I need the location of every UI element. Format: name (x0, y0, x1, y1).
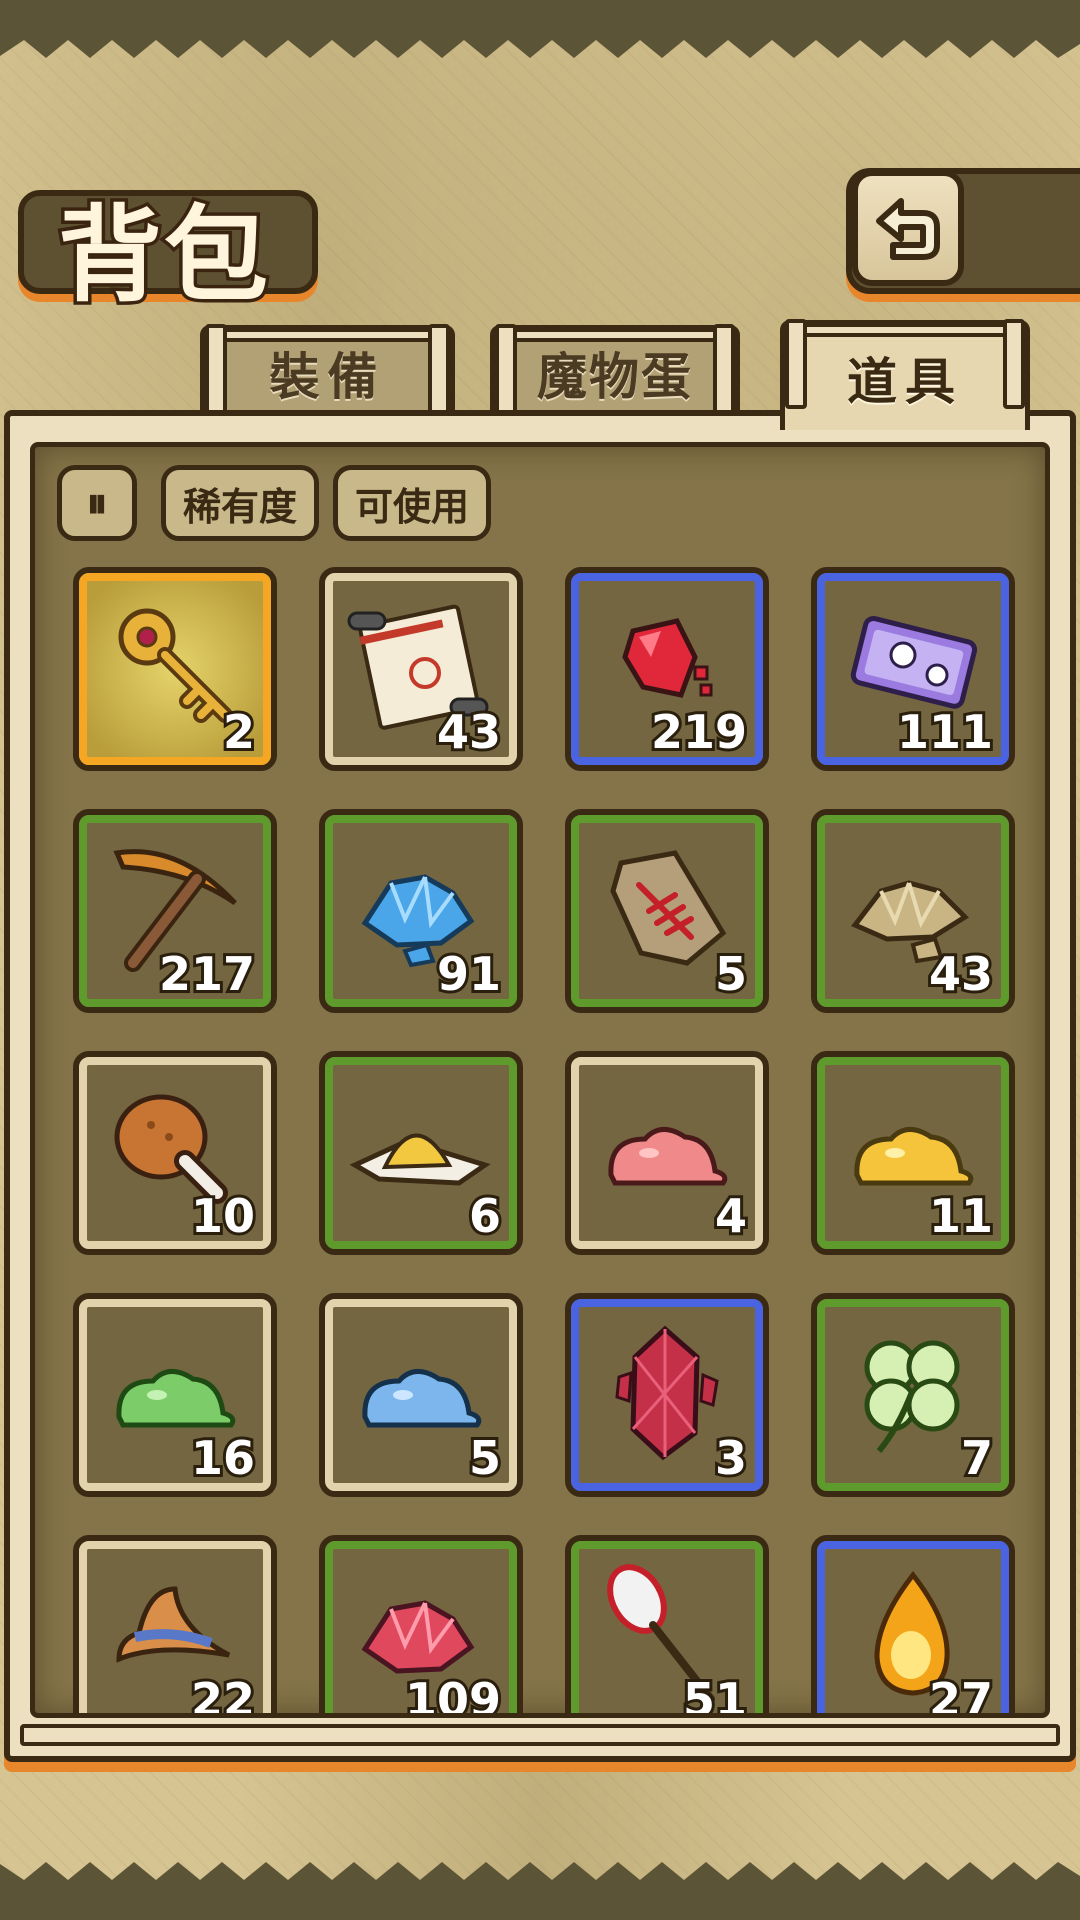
tab-post (495, 324, 517, 414)
item-count: 6 (466, 1189, 504, 1243)
item-slot[interactable]: 16 (73, 1293, 277, 1497)
item-count: 3 (712, 1431, 750, 1485)
item-count: 217 (156, 947, 258, 1001)
item-count: 109 (402, 1673, 504, 1718)
usable-filter-label: 可使用 (354, 484, 469, 529)
item-count: 5 (712, 947, 750, 1001)
back-button[interactable] (852, 170, 964, 286)
tab-equipment-label: 裝備 (269, 347, 386, 406)
item-count: 10 (188, 1189, 258, 1243)
tab-post (785, 319, 807, 409)
item-slot[interactable]: 22 (73, 1535, 277, 1718)
tab-items[interactable]: 道具 (780, 319, 1030, 430)
item-count: 11 (926, 1189, 996, 1243)
item-count: 111 (894, 705, 996, 759)
tab-rail (803, 323, 1007, 337)
item-slot[interactable]: 219 (565, 567, 769, 771)
item-slot[interactable]: 5 (565, 809, 769, 1013)
item-count: 219 (648, 705, 750, 759)
top-zigzag-border (0, 0, 1080, 58)
bottom-zigzag-border (0, 1862, 1080, 1920)
item-slot[interactable]: 2 (73, 567, 277, 771)
item-slot[interactable]: 3 (565, 1293, 769, 1497)
item-count: 43 (434, 705, 504, 759)
item-slot[interactable]: 10 (73, 1051, 277, 1255)
item-count: 7 (958, 1431, 996, 1485)
item-count: 5 (466, 1431, 504, 1485)
tab-post (1003, 319, 1025, 409)
panel-bottom-rail (20, 1724, 1060, 1746)
item-slot[interactable]: 4 (565, 1051, 769, 1255)
tab-post (428, 324, 450, 414)
rarity-filter-button[interactable]: 稀有度 (161, 465, 319, 541)
item-slot[interactable]: 27 (811, 1535, 1015, 1718)
tab-equipment[interactable]: 裝備 (200, 324, 455, 415)
item-slot[interactable]: 6 (319, 1051, 523, 1255)
rarity-filter-label: 稀有度 (182, 484, 297, 529)
tab-monster-eggs[interactable]: 魔物蛋 (490, 324, 740, 415)
item-slot[interactable]: 111 (811, 567, 1015, 771)
inventory-list[interactable]: ⏸ 稀有度 可使用 2 43 219 111 217 91 5 43 10 6 … (30, 442, 1050, 1718)
tab-rail (223, 328, 432, 342)
item-slot[interactable]: 7 (811, 1293, 1015, 1497)
inventory-panel: ⏸ 稀有度 可使用 2 43 219 111 217 91 5 43 10 6 … (4, 410, 1076, 1762)
item-slot[interactable]: 5 (319, 1293, 523, 1497)
return-icon (876, 198, 940, 260)
item-slot[interactable]: 11 (811, 1051, 1015, 1255)
item-count: 4 (712, 1189, 750, 1243)
item-count: 16 (188, 1431, 258, 1485)
item-count: 22 (188, 1673, 258, 1718)
item-slot[interactable]: 51 (565, 1535, 769, 1718)
item-count: 91 (434, 947, 504, 1001)
tab-monster-eggs-label: 魔物蛋 (537, 347, 693, 406)
item-count: 43 (926, 947, 996, 1001)
item-count: 2 (220, 705, 258, 759)
tab-rail (513, 328, 717, 342)
item-slot[interactable]: 43 (319, 567, 523, 771)
item-slot[interactable]: 217 (73, 809, 277, 1013)
item-slot[interactable]: 91 (319, 809, 523, 1013)
item-slot[interactable]: 43 (811, 809, 1015, 1013)
tab-post (713, 324, 735, 414)
item-count: 51 (680, 1673, 750, 1718)
item-slot[interactable]: 109 (319, 1535, 523, 1718)
sort-icon: ⏸ (86, 478, 108, 527)
tab-items-label: 道具 (847, 352, 963, 411)
page-title: 背包 (54, 191, 271, 320)
item-count: 27 (926, 1673, 996, 1718)
sort-order-button[interactable]: ⏸ (57, 465, 137, 541)
tab-post (205, 324, 227, 414)
usable-filter-button[interactable]: 可使用 (333, 465, 491, 541)
